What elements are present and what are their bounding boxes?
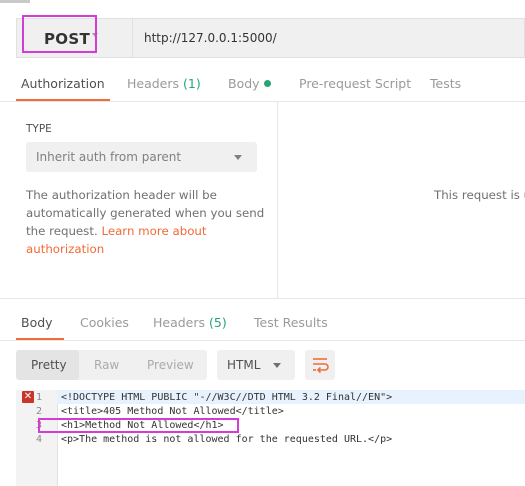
code-line[interactable]: <!DOCTYPE HTML PUBLIC "-//W3C//DTD HTML … [61,392,392,403]
tab-tests[interactable]: Tests [430,76,461,91]
tab-label: Headers [127,76,180,91]
line-number: 1 [36,392,43,403]
method-highlight-annotation [22,15,97,53]
tab-headers[interactable]: Headers (1) [127,76,201,91]
tab-label: Authorization [21,76,105,91]
response-headers-count: (5) [209,315,227,330]
tab-label: Body [228,76,260,91]
code-line[interactable]: <title>405 Method Not Allowed</title> [61,406,284,417]
chevron-down-icon[interactable] [234,155,242,160]
response-divider [0,298,525,299]
tab-label: Headers [153,315,206,330]
raw-button[interactable]: Raw [94,358,119,372]
url-text[interactable]: http://127.0.0.1:5000/ [144,31,277,45]
code-line[interactable]: <p>The method is not allowed for the req… [61,434,392,445]
top-line [0,0,30,3]
panel-divider [277,102,278,298]
wrap-lines-icon [313,358,329,374]
response-tab-cookies[interactable]: Cookies [80,315,129,330]
tab-label: Pre-request Script [299,76,412,91]
line-number: 4 [36,434,43,445]
tab-authorization[interactable]: Authorization [21,76,105,91]
error-x-icon: ✕ [22,391,34,403]
response-tabs-divider [0,340,525,341]
auth-type-value[interactable]: Inherit auth from parent [36,150,181,164]
line-number: 2 [36,406,43,417]
response-tab-test-results[interactable]: Test Results [254,315,328,330]
tabs-divider [0,101,525,102]
tab-label: Tests [430,76,462,91]
right-panel-message: This request is u [434,188,525,202]
chevron-down-icon[interactable] [273,363,281,368]
tab-label: Cookies [80,315,129,330]
pretty-button[interactable]: Pretty [31,358,67,372]
wrap-lines-button[interactable] [305,350,335,380]
tab-label: Body [21,315,53,330]
response-tab-body[interactable]: Body [21,315,53,330]
tab-label: Test Results [254,315,328,330]
tab-pre-request-script[interactable]: Pre-request Script [299,76,411,91]
auth-type-label: TYPE [26,123,52,135]
tab-body[interactable]: Body [228,76,271,91]
response-tab-headers[interactable]: Headers (5) [153,315,227,330]
headers-count: (1) [183,76,201,91]
auth-description: The authorization header will be automat… [26,186,266,258]
code-highlight-annotation [38,418,239,433]
green-dot-icon [263,80,271,87]
preview-button[interactable]: Preview [147,358,194,372]
language-value[interactable]: HTML [227,358,260,372]
